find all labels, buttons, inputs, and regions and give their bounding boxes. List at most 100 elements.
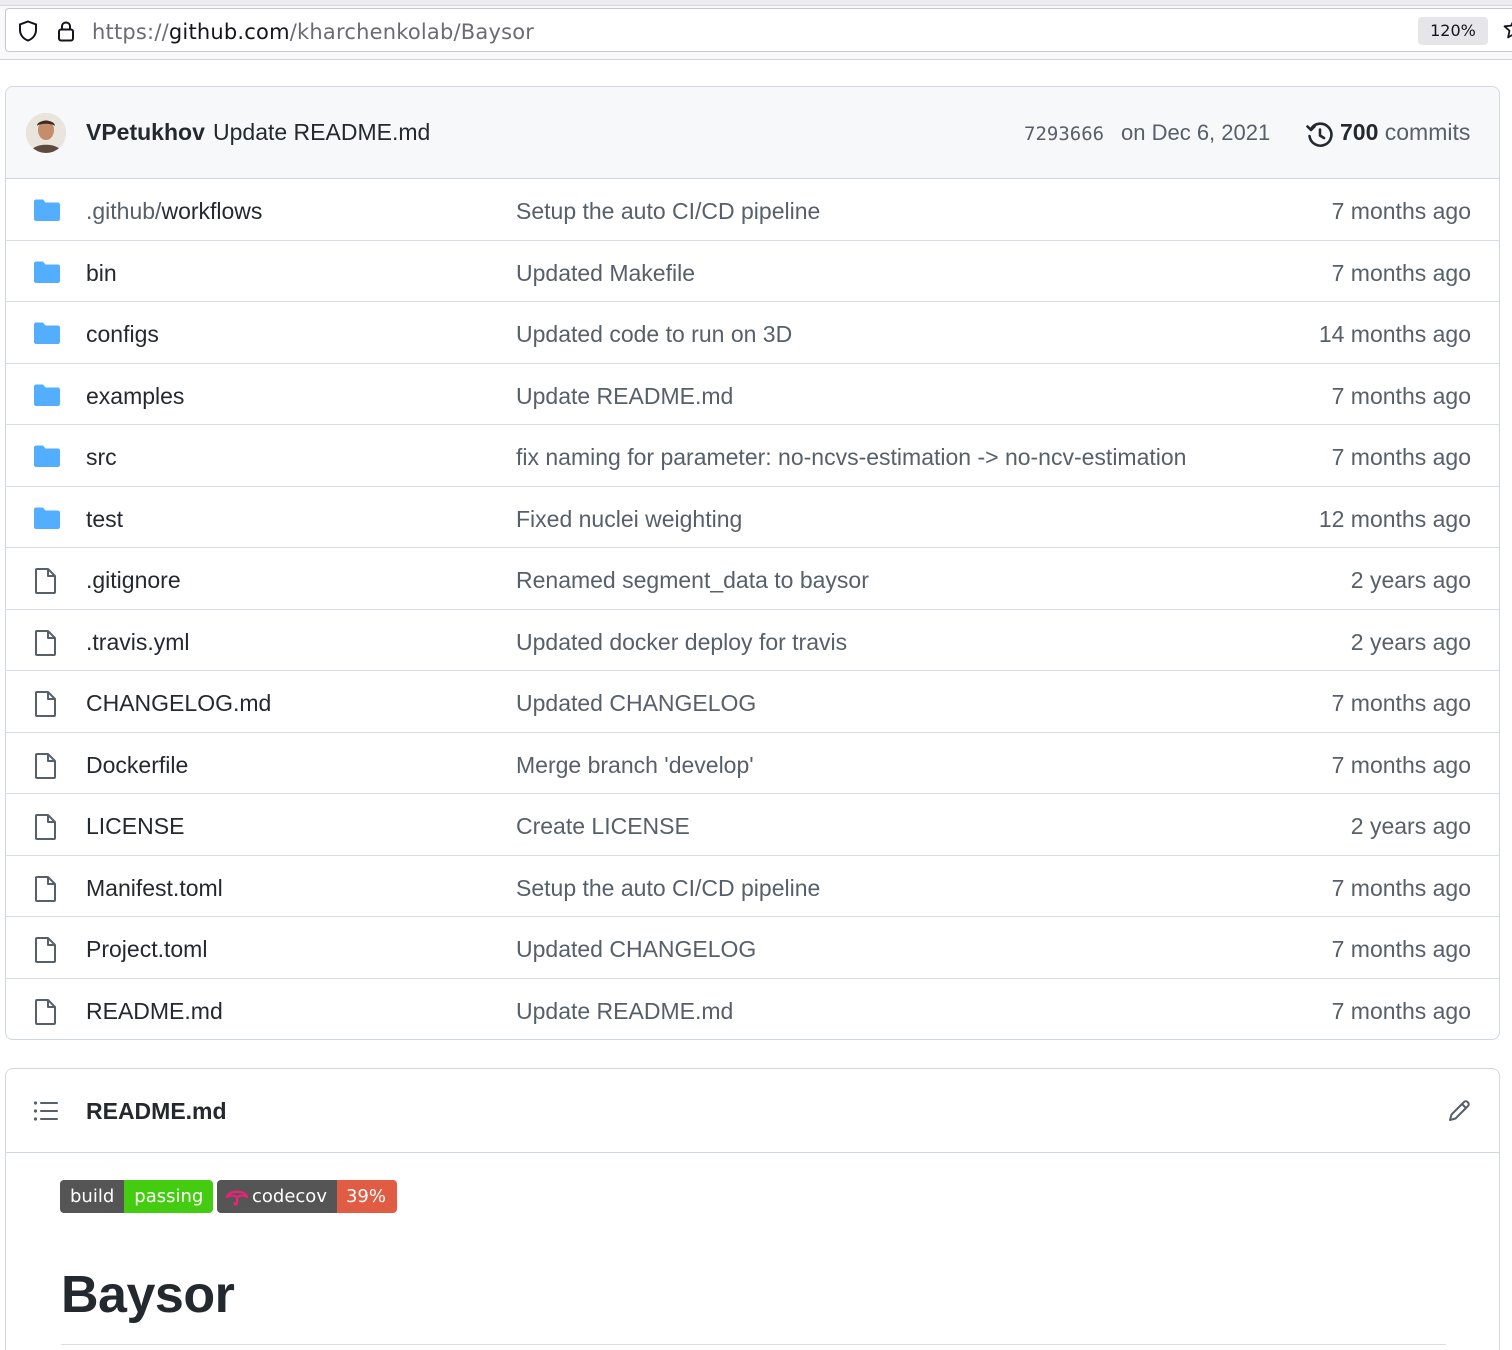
file-name-link[interactable]: LICENSE (86, 813, 184, 840)
repo-file-table: VPetukhov Update README.md 7293666 on De… (5, 86, 1500, 1040)
file-row: CHANGELOG.md Updated CHANGELOG 7 months ag… (6, 671, 1499, 733)
file-last-modified: 7 months ago (1331, 382, 1471, 409)
file-name-link[interactable]: test (86, 506, 123, 533)
file-commit-message-link[interactable]: Fixed nuclei weighting (516, 506, 742, 533)
commit-author-link[interactable]: VPetukhov (86, 119, 205, 146)
file-name-link[interactable]: Manifest.toml (86, 875, 223, 902)
file-last-modified: 7 months ago (1331, 936, 1471, 962)
latest-commit-bar: VPetukhov Update README.md 7293666 on De… (6, 87, 1499, 179)
folder-icon (33, 383, 61, 412)
avatar[interactable] (26, 113, 66, 153)
file-name-link[interactable]: Project.toml (86, 936, 207, 963)
file-last-modified: 7 months ago (1331, 444, 1471, 470)
file-commit-message-link[interactable]: fix naming for parameter: no-ncvs-estima… (516, 444, 1186, 471)
commit-message-link[interactable]: Update README.md (213, 119, 430, 146)
codecov-badge-value: 39% (336, 1180, 397, 1213)
file-row: configs Updated code to run on 3D 14 month… (6, 302, 1499, 364)
address-field[interactable]: https://github.com/kharchenkolab/Baysor … (5, 8, 1512, 52)
file-row: Project.toml Updated CHANGELOG 7 months ag… (6, 917, 1499, 979)
file-name-link[interactable]: src (86, 444, 117, 471)
file-name-link[interactable]: README.md (86, 998, 223, 1025)
readme-filename-link[interactable]: README.md (86, 1098, 227, 1125)
file-icon (33, 813, 59, 846)
file-icon (33, 629, 59, 662)
file-row: README.md Update README.md 7 months ago (6, 979, 1499, 1040)
browser-tab-strip-edge (0, 0, 1512, 6)
history-icon[interactable] (1305, 120, 1335, 155)
file-last-modified: 7 months ago (1331, 690, 1471, 716)
file-last-modified: 2 years ago (1350, 628, 1471, 655)
file-commit-message-link[interactable]: Update README.md (516, 998, 733, 1025)
file-row: .travis.yml Updated docker deploy for tra… (6, 610, 1499, 671)
file-name-link[interactable]: examples (86, 383, 184, 410)
commit-sha-link[interactable]: 7293666 (1024, 123, 1104, 145)
file-name-link[interactable]: .travis.yml (86, 629, 190, 656)
file-last-modified: 7 months ago (1331, 198, 1471, 224)
file-last-modified: 12 months ago (1318, 505, 1471, 532)
file-icon (33, 567, 59, 600)
file-commit-message-link[interactable]: Create LICENSE (516, 813, 690, 840)
file-commit-message-link[interactable]: Setup the auto CI/CD pipeline (516, 875, 820, 902)
file-name-link[interactable]: Dockerfile (86, 752, 188, 779)
heading-divider (61, 1344, 1446, 1345)
file-row: .github/workflows Setup the auto CI/CD pi… (6, 179, 1499, 241)
file-last-modified: 2 years ago (1350, 567, 1471, 593)
commits-link[interactable]: 700 commits (1340, 119, 1470, 146)
file-name-link[interactable]: bin (86, 260, 117, 287)
file-row: .gitignore Renamed segment_data to baysor… (6, 548, 1499, 610)
folder-icon (33, 506, 61, 535)
bookmark-star-icon[interactable] (1502, 17, 1512, 46)
build-badge-status: passing (124, 1180, 214, 1213)
file-row: Dockerfile Merge branch 'develop' 7 months… (6, 733, 1499, 794)
build-badge-label: build (60, 1180, 125, 1213)
build-status-badge[interactable]: build passing (60, 1180, 214, 1213)
url-text[interactable]: https://github.com/kharchenkolab/Baysor (92, 20, 534, 44)
file-row: Manifest.toml Setup the auto CI/CD pipeli… (6, 856, 1499, 917)
file-last-modified: 2 years ago (1350, 813, 1471, 839)
browser-url-bar: https://github.com/kharchenkolab/Baysor … (0, 0, 1512, 60)
file-icon (33, 875, 59, 908)
codecov-badge-label: codecov (217, 1180, 337, 1213)
zoom-level-badge[interactable]: 120% (1418, 17, 1488, 45)
file-row: bin Updated Makefile 7 months ago (6, 241, 1499, 302)
lock-icon[interactable] (54, 19, 78, 48)
commit-date: on Dec 6, 2021 (1121, 120, 1271, 145)
file-row: test Fixed nuclei weighting 12 months ago (6, 487, 1499, 548)
file-commit-message-link[interactable]: Updated code to run on 3D (516, 321, 792, 348)
edit-pencil-icon[interactable] (1446, 1098, 1472, 1129)
file-name-link[interactable]: .gitignore (86, 567, 181, 594)
file-commit-message-link[interactable]: Update README.md (516, 383, 733, 410)
file-icon (33, 936, 59, 969)
file-last-modified: 7 months ago (1331, 997, 1471, 1024)
codecov-umbrella-icon (225, 1186, 249, 1208)
folder-icon (33, 198, 61, 227)
readme-heading: Baysor (61, 1266, 235, 1324)
file-row: src fix naming for parameter: no-ncvs-est… (6, 425, 1499, 487)
file-commit-message-link[interactable]: Renamed segment_data to baysor (516, 567, 869, 594)
file-commit-message-link[interactable]: Updated docker deploy for travis (516, 629, 847, 656)
folder-icon (33, 321, 61, 350)
file-commit-message-link[interactable]: Merge branch 'develop' (516, 752, 754, 779)
file-last-modified: 7 months ago (1331, 751, 1471, 778)
table-of-contents-icon[interactable] (33, 1100, 59, 1127)
file-row: examples Update README.md 7 months ago (6, 364, 1499, 425)
file-name-link[interactable]: .github/workflows (86, 198, 262, 225)
file-commit-message-link[interactable]: Updated CHANGELOG (516, 690, 756, 717)
readme-header: README.md (6, 1069, 1499, 1153)
file-row: LICENSE Create LICENSE 2 years ago (6, 794, 1499, 856)
file-last-modified: 7 months ago (1331, 874, 1471, 901)
folder-icon (33, 444, 61, 473)
codecov-badge[interactable]: codecov 39% (217, 1180, 397, 1213)
file-last-modified: 7 months ago (1331, 259, 1471, 286)
file-icon (33, 998, 59, 1031)
file-commit-message-link[interactable]: Updated CHANGELOG (516, 936, 756, 963)
file-commit-message-link[interactable]: Updated Makefile (516, 260, 695, 287)
file-commit-message-link[interactable]: Setup the auto CI/CD pipeline (516, 198, 820, 225)
folder-icon (33, 260, 61, 289)
file-icon (33, 752, 59, 785)
shield-icon[interactable] (16, 19, 40, 48)
file-name-link[interactable]: CHANGELOG.md (86, 690, 271, 717)
file-last-modified: 14 months ago (1318, 321, 1471, 347)
file-name-link[interactable]: configs (86, 321, 159, 348)
readme-panel: README.md build passing codecov 39% Bays… (5, 1068, 1500, 1350)
